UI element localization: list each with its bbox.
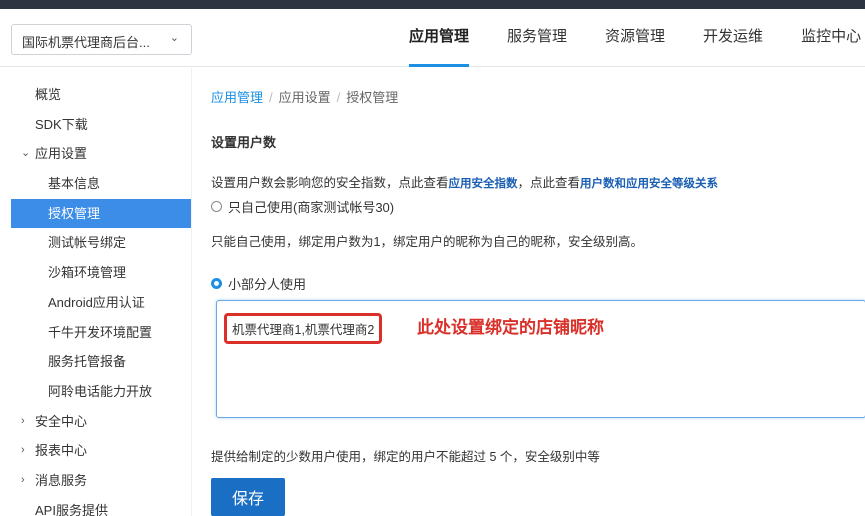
chevron-down-icon: ⌄ (169, 32, 179, 44)
sidebar-item-message-service[interactable]: › 消息服务 (0, 466, 191, 496)
desc-text: 设置用户数会影响您的安全指数，点此查看 (211, 176, 449, 190)
main-content: 应用管理 / 应用设置 / 授权管理 设置用户数 设置用户数会影响您的安全指数，点此查看… (191, 68, 865, 516)
sidebar-item-label: 安全中心 (35, 413, 88, 429)
sidebar-item-label: 应用设置 (35, 146, 88, 162)
nickname-textarea[interactable]: 机票代理商1,机票代理商2 此处设置绑定的店铺昵称 (216, 300, 865, 418)
header: 国际机票代理商后台... ⌄ 应用管理 服务管理 资源管理 开发运维 监控中心 (0, 9, 865, 67)
sidebar-item-label: 消息服务 (35, 472, 88, 488)
sidebar-item-sdk-download[interactable]: SDK下载 (0, 110, 191, 140)
sidebar-item-label: 测试帐号绑定 (48, 235, 127, 251)
sidebar-item-api-service[interactable]: API服务提供 (0, 496, 191, 516)
section-title: 设置用户数 (211, 135, 277, 150)
sidebar: 概览 SDK下载 ⌄ 应用设置 基本信息 授权管理 测试帐号绑定 沙箱环境管理 A… (0, 68, 191, 516)
sidebar-item-label: 服务托管报备 (48, 354, 127, 370)
option-self-use-note: 只能自己使用，绑定用户数为1，绑定用户的昵称为自己的昵称，安全级别高。 (211, 235, 643, 249)
sidebar-item-overview[interactable]: 概览 (0, 80, 191, 110)
sidebar-item-label: 授权管理 (48, 205, 101, 221)
security-level-relation-link[interactable]: 用户数和应用安全等级关系 (580, 178, 718, 190)
sidebar-item-label: 阿聆电话能力开放 (48, 383, 153, 399)
nav-service-management[interactable]: 服务管理 (488, 9, 586, 67)
sidebar-item-test-account[interactable]: 测试帐号绑定 (0, 228, 191, 258)
sidebar-item-label: 沙箱环境管理 (48, 265, 127, 281)
sidebar-item-label: Android应用认证 (48, 294, 145, 310)
top-nav: 应用管理 服务管理 资源管理 开发运维 监控中心 (390, 9, 865, 67)
sidebar-item-basic-info[interactable]: 基本信息 (0, 169, 191, 199)
option-small-group-label: 小部分人使用 (228, 277, 307, 292)
sidebar-item-security-center[interactable]: › 安全中心 (0, 407, 191, 437)
top-strip (0, 0, 865, 9)
chevron-right-icon: › (21, 473, 25, 486)
nav-devops[interactable]: 开发运维 (684, 9, 782, 67)
breadcrumb-separator: / (336, 90, 341, 105)
sidebar-item-label: API服务提供 (35, 502, 108, 516)
save-button[interactable]: 保存 (211, 478, 285, 516)
annotation-text: 此处设置绑定的店铺昵称 (417, 318, 604, 337)
chevron-right-icon: › (21, 414, 25, 427)
sidebar-item-label: 概览 (35, 87, 62, 102)
sidebar-item-auth-management[interactable]: 授权管理 (11, 198, 191, 229)
sidebar-item-service-hosting[interactable]: 服务托管报备 (0, 347, 191, 377)
sidebar-item-label: SDK下载 (35, 116, 88, 132)
chevron-down-icon: ⌄ (21, 147, 31, 160)
breadcrumb-link-app-management[interactable]: 应用管理 (211, 90, 263, 105)
option-small-group[interactable]: 小部分人使用 (211, 274, 306, 293)
textarea-value-highlight: 机票代理商1,机票代理商2 (224, 313, 383, 344)
sidebar-item-app-settings[interactable]: ⌄ 应用设置 (0, 139, 191, 169)
sidebar-item-android-auth[interactable]: Android应用认证 (0, 288, 191, 318)
sidebar-item-phone-capability[interactable]: 阿聆电话能力开放 (0, 377, 191, 407)
nav-monitor-center[interactable]: 监控中心 (782, 9, 865, 67)
radio-checked-icon[interactable] (211, 278, 222, 289)
app-select[interactable]: 国际机票代理商后台... ⌄ (11, 24, 192, 55)
sidebar-item-report-center[interactable]: › 报表中心 (0, 436, 191, 466)
sidebar-item-label: 报表中心 (35, 443, 88, 459)
breadcrumb-app-settings[interactable]: 应用设置 (279, 90, 331, 105)
desc-text: ，点此查看 (517, 176, 581, 190)
breadcrumb-current: 授权管理 (346, 90, 399, 105)
radio-unchecked-icon[interactable] (211, 201, 222, 212)
breadcrumb-separator: / (269, 90, 273, 105)
option-self-use[interactable]: 只自己使用(商家测试帐号30) (211, 197, 394, 216)
sidebar-item-label: 千牛开发环境配置 (48, 324, 153, 340)
chevron-right-icon: › (21, 444, 25, 457)
nav-app-management[interactable]: 应用管理 (390, 9, 488, 67)
user-count-description: 设置用户数会影响您的安全指数，点此查看应用安全指数，点此查看用户数和应用安全等级… (211, 172, 718, 191)
app-select-value: 国际机票代理商后台... (22, 35, 150, 50)
app-security-index-link[interactable]: 应用安全指数 (449, 178, 518, 190)
sidebar-item-sandbox[interactable]: 沙箱环境管理 (0, 258, 191, 288)
nav-resource-management[interactable]: 资源管理 (586, 9, 684, 67)
sidebar-item-label: 基本信息 (48, 176, 101, 192)
sidebar-item-qianniu-dev[interactable]: 千牛开发环境配置 (0, 318, 191, 348)
option-self-use-label: 只自己使用(商家测试帐号30) (228, 200, 395, 215)
option-small-group-note: 提供给制定的少数用户使用，绑定的用户不能超过 5 个，安全级别中等 (211, 450, 600, 464)
breadcrumb: 应用管理 / 应用设置 / 授权管理 (211, 87, 398, 106)
